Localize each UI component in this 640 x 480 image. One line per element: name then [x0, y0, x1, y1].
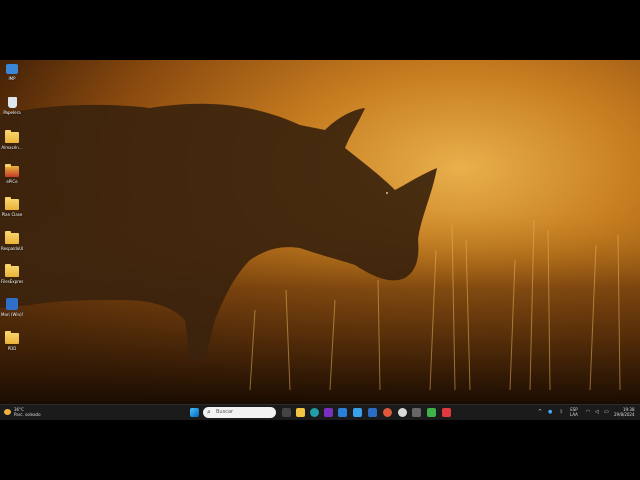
battery-icon[interactable]: ▭	[604, 409, 609, 415]
folder-icon	[5, 264, 19, 277]
volume-icon[interactable]: ◁	[595, 409, 599, 415]
file-explorer-icon[interactable]	[296, 408, 305, 417]
app-icon[interactable]	[398, 408, 407, 417]
chevron-up-icon[interactable]: ^	[538, 409, 542, 415]
desktop-icon-8[interactable]: PDD	[1, 331, 23, 351]
bluetooth-icon[interactable]: ᛒ	[560, 409, 563, 415]
visual-studio-icon[interactable]	[338, 408, 347, 417]
folder-icon	[5, 164, 19, 177]
edge-icon[interactable]	[310, 408, 319, 417]
app-icon[interactable]	[383, 408, 392, 417]
folder-icon	[5, 130, 19, 143]
desktop-icon-1[interactable]: Papelera	[1, 97, 23, 115]
wifi-icon[interactable]: ◠	[586, 409, 590, 415]
app-icon[interactable]	[427, 408, 436, 417]
desktop-icon-4[interactable]: Plan Clase	[1, 197, 23, 217]
search-box[interactable]: ⌕ Buscar	[203, 407, 276, 418]
chrome-icon[interactable]	[324, 408, 333, 417]
weather-icon	[4, 409, 11, 415]
task-view-icon[interactable]	[282, 408, 291, 417]
cloud-icon[interactable]: ●	[548, 409, 552, 415]
language-indicator[interactable]: ESP LAA	[570, 407, 578, 417]
vscode-icon[interactable]	[353, 408, 362, 417]
desktop-icon-7[interactable]: Mari (Win)Sinc...	[1, 298, 23, 317]
desktop: IMP Papelera Almacén... ePiCe Plan Clase…	[0, 60, 640, 420]
taskbar: 36°C Parc. soleado ⌕ Buscar ^ ● ᛒ ESP LA…	[0, 404, 640, 420]
app-icon[interactable]	[368, 408, 377, 417]
search-icon: ⌕	[207, 408, 211, 416]
pc-icon	[6, 64, 18, 74]
desktop-icon-3[interactable]: ePiCe	[1, 164, 23, 184]
desktop-icon-6[interactable]: FilesExpress	[1, 264, 23, 284]
terminal-icon[interactable]	[412, 408, 421, 417]
rhino-wallpaper	[0, 103, 640, 404]
desktop-icon-0[interactable]: IMP	[1, 64, 23, 81]
folder-icon	[5, 231, 19, 244]
app-icon	[6, 298, 18, 310]
folder-icon	[5, 331, 19, 344]
desktop-icon-2[interactable]: Almacén...	[1, 130, 23, 150]
clock[interactable]: 19:38 29/8/2024	[614, 407, 635, 417]
app-icon[interactable]	[442, 408, 451, 417]
desktop-icon-5[interactable]: RespaldoUIB	[1, 231, 23, 251]
windows-start-icon[interactable]	[190, 408, 199, 417]
recycle-bin-icon	[7, 97, 17, 108]
folder-icon	[5, 197, 19, 210]
